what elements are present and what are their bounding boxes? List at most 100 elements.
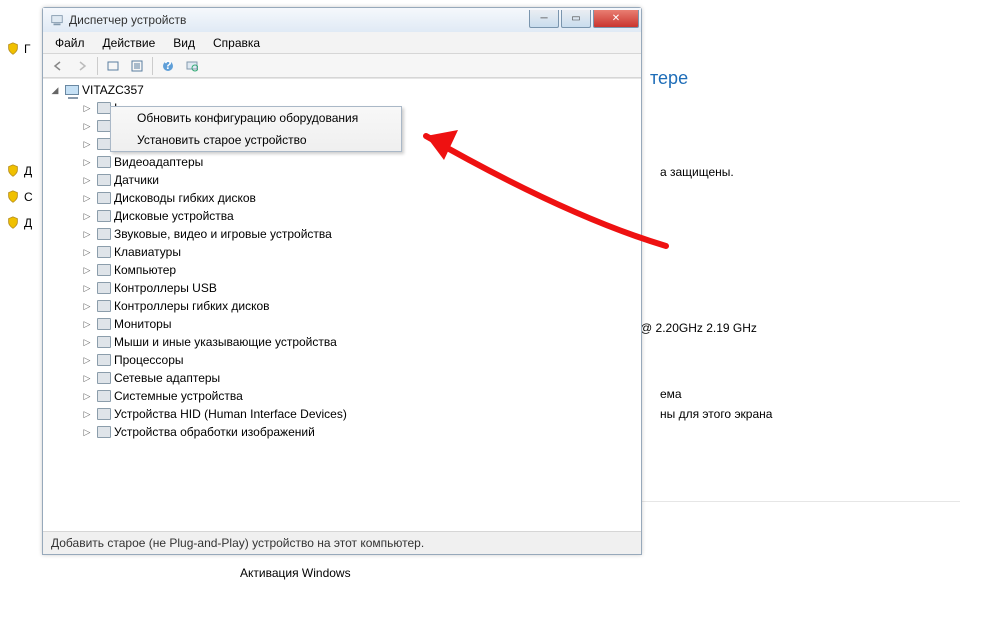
- device-icon: [95, 370, 113, 386]
- expand-icon[interactable]: ▷: [79, 409, 95, 420]
- tree-category-node[interactable]: ▷ Клавиатуры: [79, 243, 641, 261]
- expand-icon[interactable]: ▷: [79, 175, 95, 186]
- tree-category-node[interactable]: ▷ Системные устройства: [79, 387, 641, 405]
- category-label: Мыши и иные указывающие устройства: [113, 335, 337, 349]
- tree-category-node[interactable]: ▷ Устройства HID (Human Interface Devices…: [79, 405, 641, 423]
- expand-icon[interactable]: ▷: [79, 373, 95, 384]
- tree-category-node[interactable]: ▷ Контроллеры гибких дисков: [79, 297, 641, 315]
- expand-icon[interactable]: ▷: [79, 247, 95, 258]
- tree-root-node[interactable]: ◢ VITAZC357: [47, 81, 641, 99]
- expand-icon[interactable]: ▷: [79, 319, 95, 330]
- device-icon: [95, 244, 113, 260]
- category-label: Устройства HID (Human Interface Devices): [113, 407, 347, 421]
- expand-icon[interactable]: ▷: [79, 265, 95, 276]
- help-button[interactable]: ?: [157, 56, 179, 76]
- tree-category-node[interactable]: ▷ Компьютер: [79, 261, 641, 279]
- tree-category-node[interactable]: ▷Контроллеры USB: [79, 279, 641, 297]
- sidebar-label-fragment: Д: [24, 216, 32, 230]
- sidebar-item[interactable]: С: [0, 186, 42, 208]
- tree-category-node[interactable]: ▷ Дисковые устройства: [79, 207, 641, 225]
- category-label: Дисководы гибких дисков: [113, 191, 256, 205]
- menubar: Файл Действие Вид Справка: [43, 32, 641, 54]
- device-icon: [95, 334, 113, 350]
- category-label: Видеоадаптеры: [113, 155, 203, 169]
- nav-forward-button[interactable]: [71, 56, 93, 76]
- scan-hardware-button[interactable]: [181, 56, 203, 76]
- root-label: VITAZC357: [81, 83, 144, 97]
- shield-icon: [6, 190, 20, 204]
- category-label: Контроллеры гибких дисков: [113, 299, 270, 313]
- tree-category-node[interactable]: ▷ Дисководы гибких дисков: [79, 189, 641, 207]
- toolbar-button[interactable]: [102, 56, 124, 76]
- expand-icon[interactable]: ▷: [79, 427, 95, 438]
- expand-icon[interactable]: ▷: [79, 301, 95, 312]
- expand-icon[interactable]: ▷: [79, 157, 95, 168]
- computer-icon: [63, 82, 81, 98]
- window-title: Диспетчер устройств: [69, 13, 529, 27]
- screen-text-fragment: ны для этого экрана: [660, 407, 772, 421]
- device-icon: [95, 226, 113, 242]
- sidebar-item[interactable]: Д: [0, 160, 42, 182]
- maximize-button[interactable]: ▭: [561, 10, 591, 28]
- shield-icon: [6, 164, 20, 178]
- expand-icon[interactable]: ▷: [79, 283, 95, 294]
- category-label: Датчики: [113, 173, 159, 187]
- device-manager-window: Диспетчер устройств ─ ▭ ✕ Файл Действие …: [42, 7, 642, 555]
- device-icon: [95, 298, 113, 314]
- device-icon: [95, 190, 113, 206]
- sidebar-label-fragment: С: [24, 190, 33, 204]
- toolbar-button[interactable]: [126, 56, 148, 76]
- menu-view[interactable]: Вид: [165, 34, 203, 52]
- expand-icon[interactable]: ▷: [79, 337, 95, 348]
- tree-category-node[interactable]: ▷ Сетевые адаптеры: [79, 369, 641, 387]
- expand-icon[interactable]: ▷: [79, 121, 95, 132]
- device-icon: [95, 406, 113, 422]
- expand-icon[interactable]: ▷: [79, 211, 95, 222]
- tree-category-node[interactable]: ▷ Мониторы: [79, 315, 641, 333]
- expand-icon[interactable]: ▷: [79, 391, 95, 402]
- minimize-button[interactable]: ─: [529, 10, 559, 28]
- collapse-icon[interactable]: ◢: [47, 85, 63, 96]
- shield-icon: [6, 216, 20, 230]
- tree-category-node[interactable]: ▷ Датчики: [79, 171, 641, 189]
- expand-icon[interactable]: ▷: [79, 193, 95, 204]
- close-button[interactable]: ✕: [593, 10, 639, 28]
- category-label: Звуковые, видео и игровые устройства: [113, 227, 332, 241]
- tree-category-node[interactable]: ▷Процессоры: [79, 351, 641, 369]
- sidebar-item[interactable]: Г: [0, 38, 42, 60]
- device-icon: [95, 262, 113, 278]
- tree-category-node[interactable]: ▷ Видеоадаптеры: [79, 153, 641, 171]
- category-label: Компьютер: [113, 263, 176, 277]
- shield-icon: [6, 42, 20, 56]
- statusbar: Добавить старое (не Plug-and-Play) устро…: [43, 532, 641, 554]
- expand-icon[interactable]: ▷: [79, 103, 95, 114]
- device-icon: [95, 172, 113, 188]
- expand-icon[interactable]: ▷: [79, 139, 95, 150]
- ctx-add-legacy[interactable]: Установить старое устройство: [111, 129, 401, 151]
- expand-icon[interactable]: ▷: [79, 355, 95, 366]
- system-sidebar: Г Д С Д: [0, 0, 42, 617]
- category-label: Мониторы: [113, 317, 171, 331]
- ctx-scan-hardware[interactable]: Обновить конфигурацию оборудования: [111, 107, 401, 129]
- sidebar-item[interactable]: Д: [0, 212, 42, 234]
- nav-back-button[interactable]: [47, 56, 69, 76]
- protected-text-fragment: а защищены.: [660, 165, 734, 179]
- category-label: Системные устройства: [113, 389, 243, 403]
- expand-icon[interactable]: ▷: [79, 229, 95, 240]
- tree-category-node[interactable]: ▷ Мыши и иные указывающие устройства: [79, 333, 641, 351]
- menu-help[interactable]: Справка: [205, 34, 268, 52]
- menu-action[interactable]: Действие: [95, 34, 164, 52]
- category-label: Сетевые адаптеры: [113, 371, 220, 385]
- menu-file[interactable]: Файл: [47, 34, 93, 52]
- category-label: Устройства обработки изображений: [113, 425, 315, 439]
- cpu-text-fragment: @ 2.20GHz 2.19 GHz: [640, 321, 757, 335]
- device-icon: [95, 208, 113, 224]
- tree-category-node[interactable]: ▷ Устройства обработки изображений: [79, 423, 641, 441]
- tree-category-node[interactable]: ▷ Звуковые, видео и игровые устройства: [79, 225, 641, 243]
- device-icon: [95, 280, 113, 296]
- device-icon: [95, 424, 113, 440]
- system-heading-fragment: тере: [650, 68, 980, 89]
- category-label: Дисковые устройства: [113, 209, 234, 223]
- category-label: Клавиатуры: [113, 245, 181, 259]
- titlebar[interactable]: Диспетчер устройств ─ ▭ ✕: [43, 8, 641, 32]
